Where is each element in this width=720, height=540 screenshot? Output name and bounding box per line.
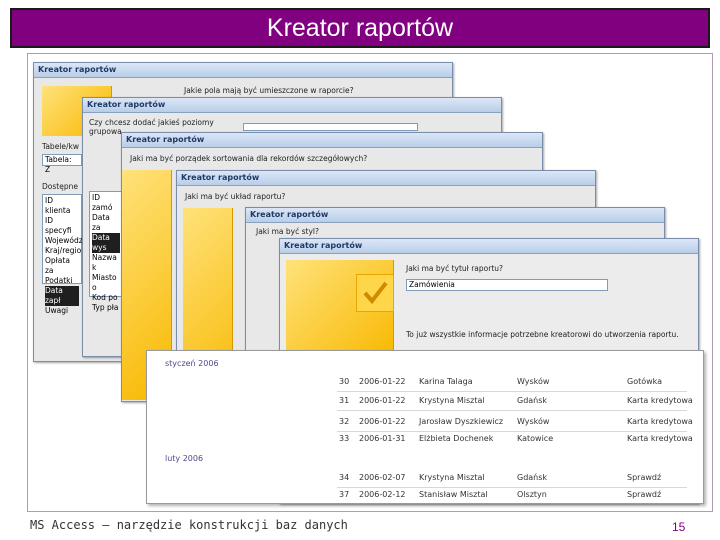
- wizard-prompt: Jakie pola mają być umieszczone w raporc…: [184, 86, 354, 95]
- available-fields-label: Dostępne: [42, 182, 78, 191]
- list-item[interactable]: Nazwa k: [92, 253, 120, 273]
- list-item[interactable]: Uwagi: [45, 306, 79, 316]
- cell-id: 34: [339, 473, 350, 482]
- cell-date: 2006-01-22: [359, 396, 406, 405]
- wizard-prompt: Jaki ma być układ raportu?: [185, 192, 286, 201]
- list-item[interactable]: Typ pła: [92, 303, 120, 313]
- window-caption: Kreator raportów: [34, 63, 452, 78]
- cell-name: Karina Talaga: [419, 377, 473, 386]
- list-item[interactable]: Podatki: [45, 276, 79, 286]
- wizard-prompt: Jaki ma być styl?: [256, 227, 319, 236]
- table-row: 34 2006-02-07 Krystyna Misztal Gdańsk Sp…: [147, 473, 703, 485]
- window-caption: Kreator raportów: [246, 208, 664, 223]
- list-item[interactable]: Kraj/regio: [45, 246, 81, 256]
- cell-id: 30: [339, 377, 350, 386]
- cell-date: 2006-01-22: [359, 417, 406, 426]
- tables-label: Tabele/kw: [42, 142, 80, 151]
- list-item[interactable]: ID specyfi: [45, 216, 79, 236]
- cell-date: 2006-01-22: [359, 377, 406, 386]
- group-header: styczeń 2006: [165, 359, 219, 368]
- cell-name: Jarosław Dyszkiewicz: [419, 417, 504, 426]
- cell-city: Olsztyn: [517, 490, 547, 499]
- cell-payment: Sprawdź: [627, 490, 662, 499]
- table-row: 33 2006-01-31 Elżbieta Dochenek Katowice…: [147, 434, 703, 446]
- cell-id: 33: [339, 434, 350, 443]
- row-divider: [337, 431, 687, 432]
- list-item[interactable]: Kod po: [92, 293, 120, 303]
- cell-date: 2006-02-12: [359, 490, 406, 499]
- cell-payment: Karta kredytowa: [627, 417, 693, 426]
- wizard-prompt-2: grupowa: [89, 127, 122, 136]
- cell-name: Krystyna Misztal: [419, 396, 485, 405]
- cell-city: Wysków: [517, 377, 550, 386]
- row-divider: [337, 391, 687, 392]
- table-row: 37 2006-02-12 Stanisław Misztal Olsztyn …: [147, 490, 703, 502]
- row-divider: [337, 410, 687, 411]
- checkmark-icon: [356, 274, 394, 312]
- cell-id: 37: [339, 490, 350, 499]
- table-row: 32 2006-01-22 Jarosław Dyszkiewicz Wyskó…: [147, 417, 703, 429]
- wizard-info-text: To już wszystkie informacje potrzebne kr…: [406, 330, 679, 339]
- wizard-prompt: Jaki ma być porządek sortowania dla reko…: [130, 154, 368, 163]
- cell-id: 32: [339, 417, 350, 426]
- cell-payment: Karta kredytowa: [627, 396, 693, 405]
- table-select[interactable]: Tabela: Z: [42, 154, 82, 174]
- list-item-selected[interactable]: Data wys: [92, 233, 120, 253]
- cell-city: Gdańsk: [517, 473, 548, 482]
- cell-payment: Karta kredytowa: [627, 434, 693, 443]
- slide-title-bar: Kreator raportów: [10, 8, 710, 48]
- slide-footer-text: MS Access – narzędzie konstrukcji baz da…: [30, 518, 348, 532]
- cell-name: Stanisław Misztal: [419, 490, 488, 499]
- list-item[interactable]: Województ: [45, 236, 86, 246]
- list-item[interactable]: ID klienta: [45, 196, 79, 216]
- list-item-selected[interactable]: Data zapł: [45, 286, 79, 306]
- cell-date: 2006-02-07: [359, 473, 406, 482]
- wizard-prompt: Czy chcesz dodać jakieś poziomy: [89, 118, 214, 127]
- group-preview-box: [243, 123, 418, 131]
- table-row: 31 2006-01-22 Krystyna Misztal Gdańsk Ka…: [147, 396, 703, 408]
- grouping-fields-list[interactable]: ID zamó Data za Data wys Nazwa k Miasto …: [89, 191, 123, 312]
- cell-id: 31: [339, 396, 350, 405]
- list-item[interactable]: Data za: [92, 213, 120, 233]
- window-caption: Kreator raportów: [83, 98, 501, 113]
- group-header: luty 2006: [165, 454, 204, 463]
- table-row: 30 2006-01-22 Karina Talaga Wysków Gotów…: [147, 377, 703, 389]
- report-title-input[interactable]: Zamówienia: [406, 279, 608, 291]
- cell-name: Elżbieta Dochenek: [419, 434, 494, 443]
- list-item[interactable]: ID zamó: [92, 193, 120, 213]
- slide-title: Kreator raportów: [266, 13, 454, 42]
- cell-name: Krystyna Misztal: [419, 473, 485, 482]
- list-item[interactable]: Miasto o: [92, 273, 120, 293]
- cell-date: 2006-01-31: [359, 434, 406, 443]
- cell-city: Katowice: [517, 434, 554, 443]
- cell-city: Gdańsk: [517, 396, 548, 405]
- report-preview: styczeń 2006 30 2006-01-22 Karina Talaga…: [146, 350, 704, 504]
- available-fields-list[interactable]: ID klienta ID specyfi Województ Kraj/reg…: [42, 194, 86, 315]
- window-caption: Kreator raportów: [122, 133, 542, 148]
- window-caption: Kreator raportów: [280, 239, 698, 254]
- page-number: 15: [672, 520, 686, 534]
- cell-payment: Sprawdź: [627, 473, 662, 482]
- cell-payment: Gotówka: [627, 377, 663, 386]
- list-item[interactable]: Opłata za: [45, 256, 79, 276]
- row-divider: [337, 487, 687, 488]
- window-caption: Kreator raportów: [177, 171, 595, 186]
- cell-city: Wysków: [517, 417, 550, 426]
- wizard-prompt: Jaki ma być tytuł raportu?: [406, 264, 503, 273]
